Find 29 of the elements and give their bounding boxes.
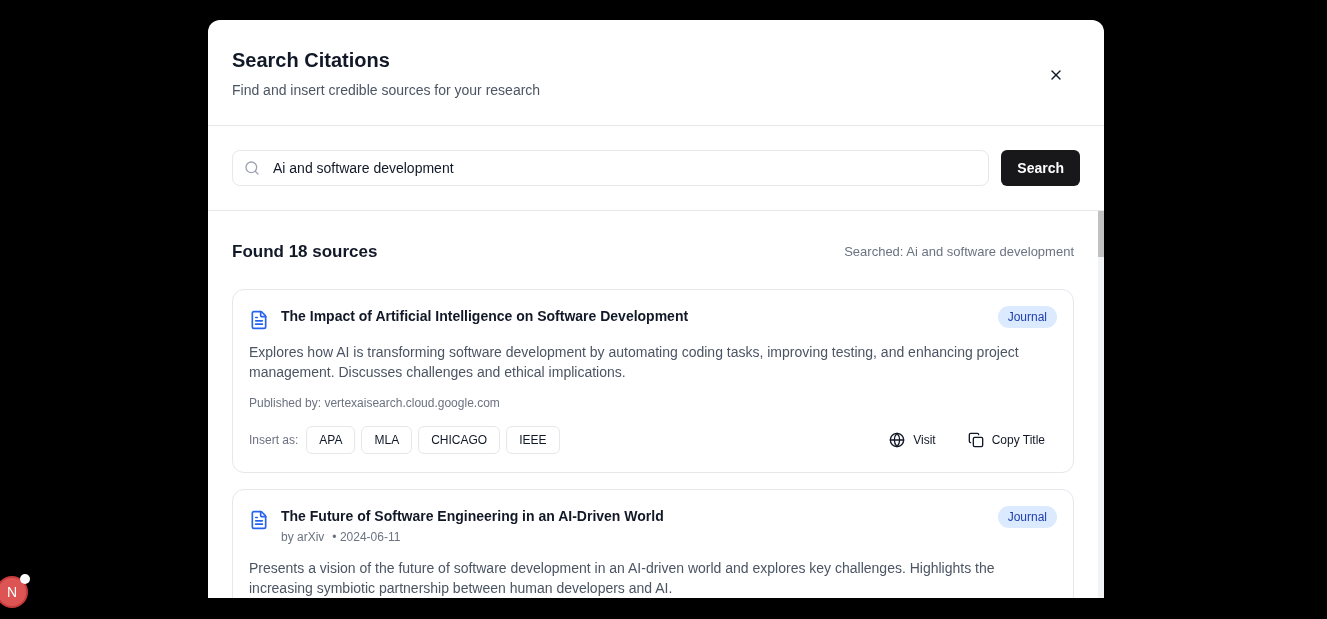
- dialog-subtitle: Find and insert credible sources for your research: [232, 81, 541, 100]
- document-icon: [249, 309, 269, 330]
- dialog-title: Search Citations: [232, 48, 391, 72]
- source-description: Presents a vision of the future of software development in an AI-driven world and explores key challenges. Highlights the increasing symbiotic partnership between human developers and AI.: [249, 558, 996, 598]
- copy-icon: [967, 431, 984, 448]
- document-icon: [249, 509, 269, 530]
- search-field[interactable]: Ai and software development: [232, 150, 990, 186]
- format-button[interactable]: MLA: [361, 425, 413, 454]
- format-button[interactable]: IEEE: [506, 425, 560, 454]
- copy-button[interactable]: Copy Title: [955, 423, 1057, 456]
- source-author: by arXiv: [281, 528, 325, 546]
- source-description: Explores how AI is transforming software development by automating coding tasks, improving testing, and enhancing project management. Discusses challenges and ethical implications.: [249, 342, 1020, 382]
- visit-button[interactable]: Visit: [877, 423, 948, 456]
- source-title: The Future of Software Engineering in an AI-Driven World: [281, 506, 665, 526]
- publisher-text: Published by: vertexaisearch.cloud.google.com: [249, 394, 501, 412]
- search-button[interactable]: Search: [1001, 150, 1080, 186]
- search-icon: [244, 160, 260, 176]
- globe-icon: [889, 431, 906, 448]
- dev-indicator-button[interactable]: N: [0, 576, 28, 608]
- format-button[interactable]: CHICAGO: [418, 425, 501, 454]
- format-button[interactable]: APA: [306, 425, 356, 454]
- source-title: The Impact of Artificial Intelligence on Software Development: [281, 306, 690, 326]
- insert-label: Insert as:: [249, 431, 299, 449]
- type-tag: Journal: [997, 505, 1057, 528]
- results-count: Found 18 sources: [232, 241, 378, 263]
- searched-query: Searched: Ai and software development: [844, 243, 1074, 261]
- scrollbar[interactable]: [1098, 211, 1104, 598]
- source-date: • 2024-06-11: [332, 528, 401, 546]
- type-tag: Journal: [997, 305, 1057, 328]
